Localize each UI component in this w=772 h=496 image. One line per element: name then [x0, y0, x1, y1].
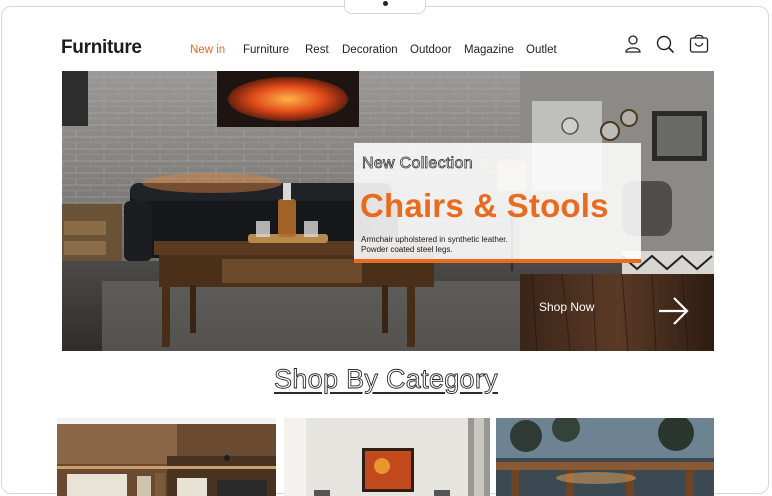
promo-description-line-2: Powder coated steel legs.: [361, 245, 453, 254]
category-image: [57, 418, 276, 496]
category-card[interactable]: [284, 418, 490, 496]
promo-subtitle: New Collection: [362, 155, 473, 173]
promo-description-line-1: Armchair upholstered in synthetic leathe…: [361, 235, 508, 244]
nav-item-new-in[interactable]: New in: [190, 44, 225, 56]
nav-item-decoration[interactable]: Decoration: [342, 44, 398, 56]
category-image: [284, 418, 490, 496]
camera-dot: [383, 1, 388, 6]
promo-description: Armchair upholstered in synthetic leathe…: [361, 235, 508, 255]
shop-now-button[interactable]: Shop Now: [520, 274, 714, 351]
cart-icon[interactable]: [689, 34, 709, 54]
nav-item-rest[interactable]: Rest: [305, 44, 329, 56]
site-logo[interactable]: Furniture: [61, 37, 142, 59]
shop-now-label: Shop Now: [539, 300, 595, 314]
promo-title: Chairs & Stools: [360, 187, 609, 224]
search-icon[interactable]: [655, 34, 675, 54]
nav-item-furniture[interactable]: Furniture: [243, 44, 289, 56]
promo-card: New Collection Chairs & Stools Armchair …: [354, 143, 641, 263]
promo-accent-bar: [354, 259, 641, 263]
nav-item-outlet[interactable]: Outlet: [526, 44, 557, 56]
hero-banner: New Collection Chairs & Stools Armchair …: [62, 71, 714, 351]
device-notch: [344, 0, 426, 14]
nav-item-magazine[interactable]: Magazine: [464, 44, 514, 56]
category-image: [496, 418, 714, 496]
category-card[interactable]: [496, 418, 714, 496]
category-section-heading: Shop By Category: [274, 364, 499, 395]
arrow-right-icon: [656, 293, 692, 329]
nav-item-outdoor[interactable]: Outdoor: [410, 44, 452, 56]
user-icon[interactable]: [623, 34, 643, 54]
category-card[interactable]: [57, 418, 276, 496]
